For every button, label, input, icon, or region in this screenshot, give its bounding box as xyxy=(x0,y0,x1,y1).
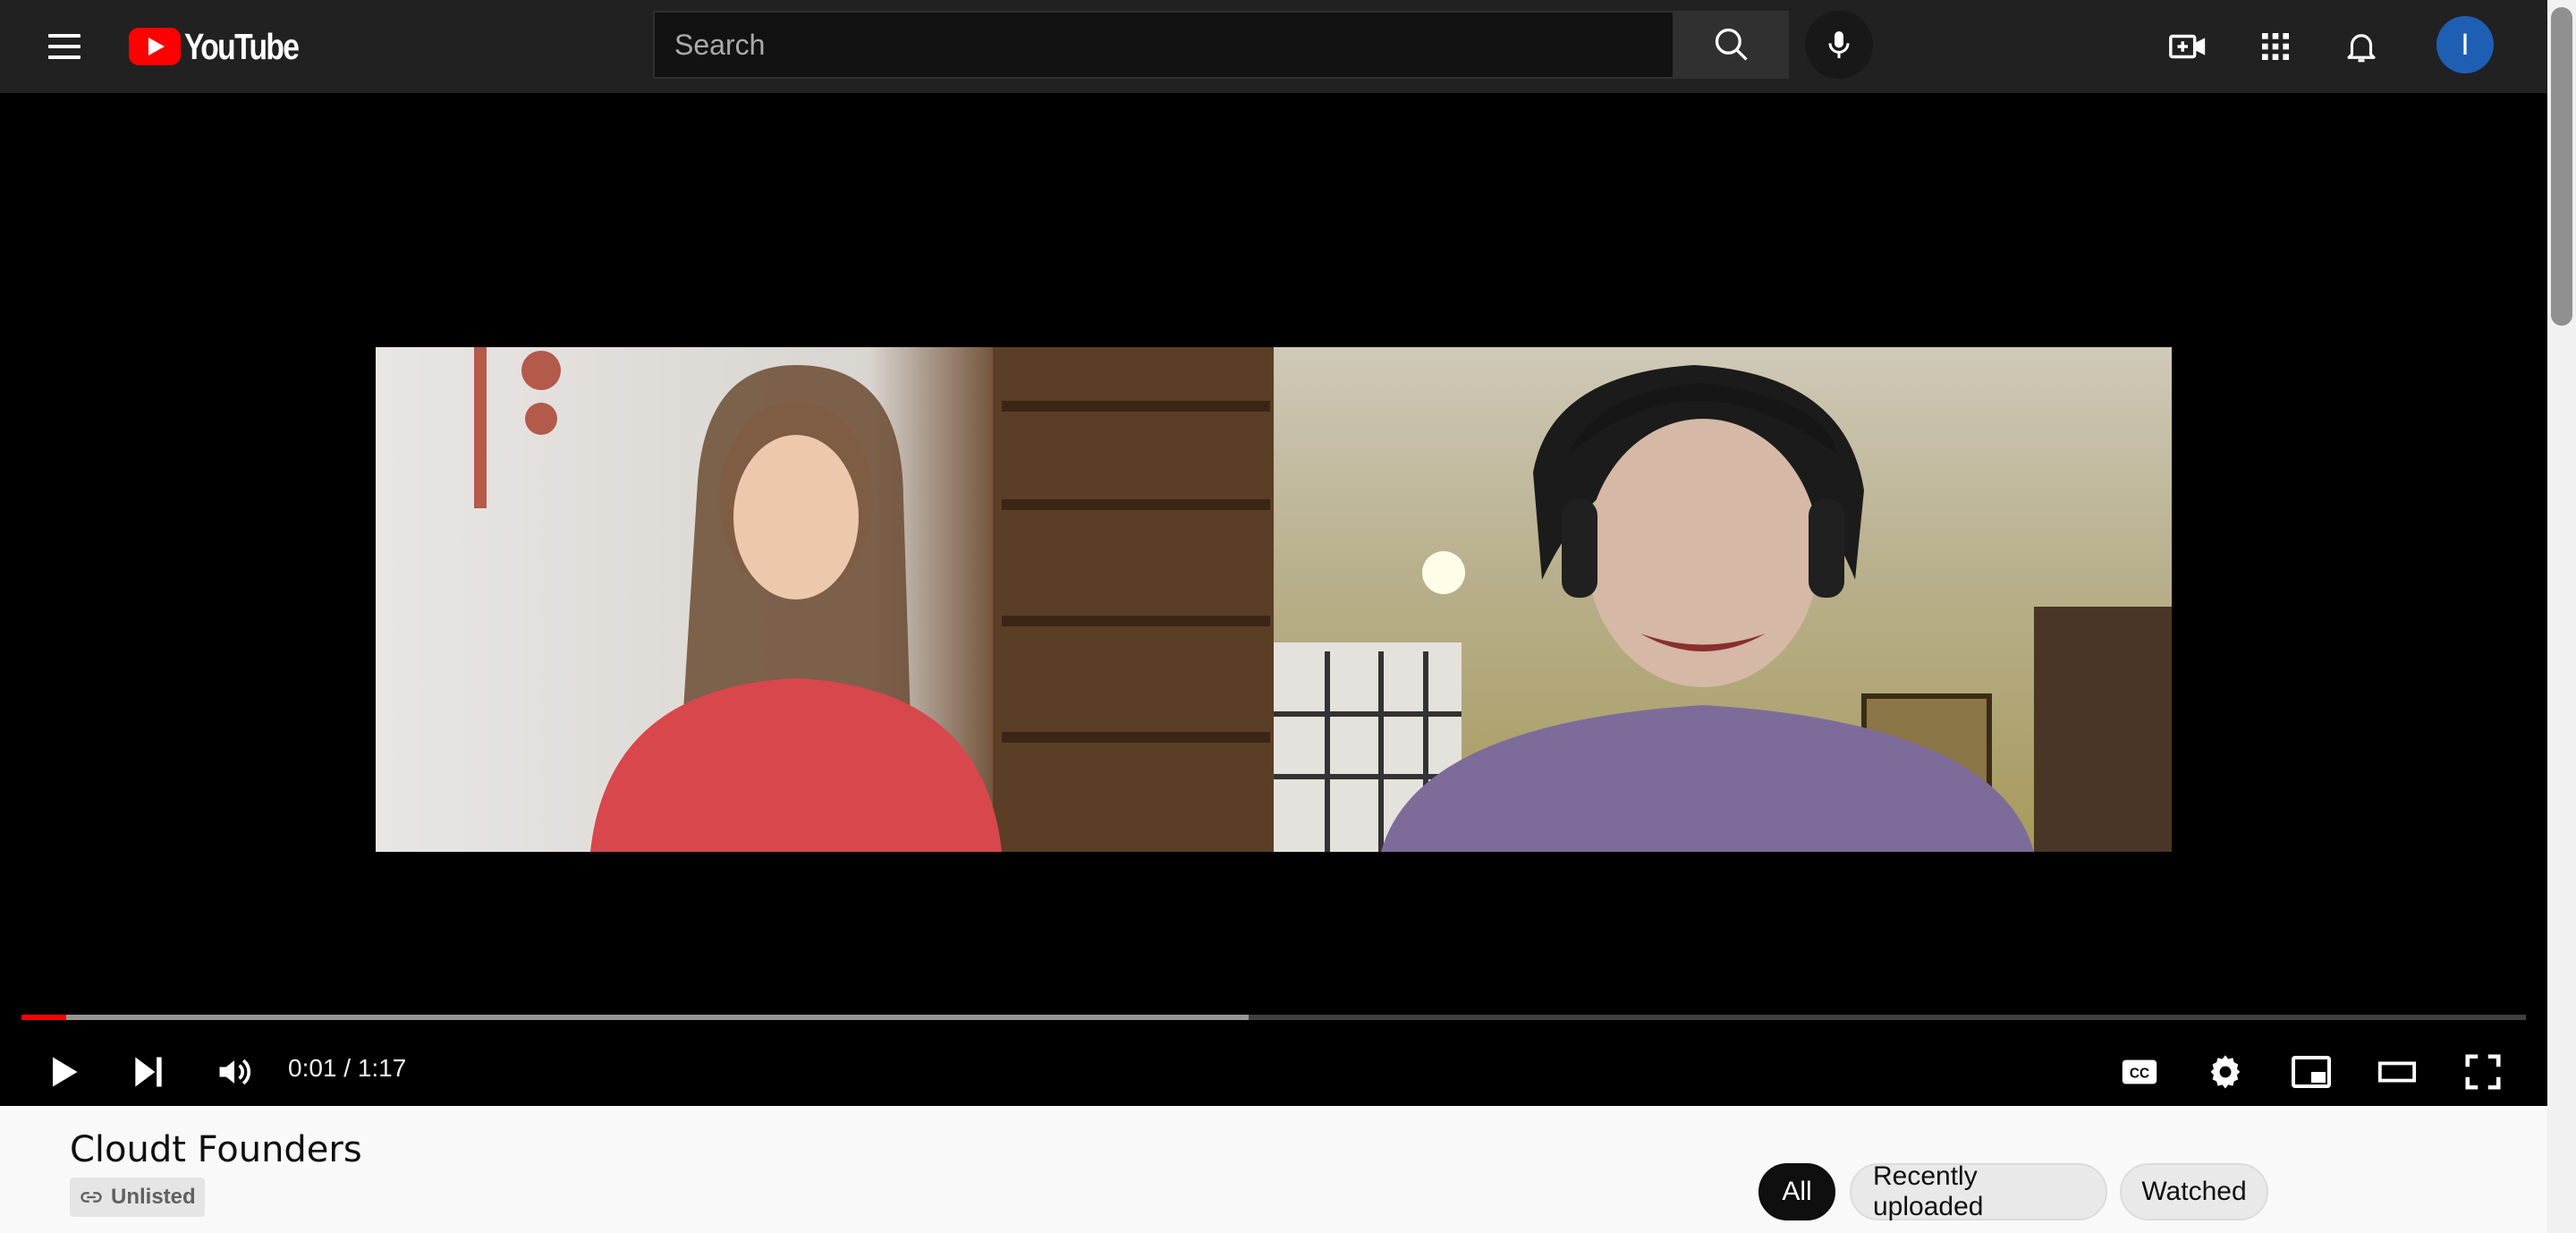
masthead: YouTube Search I xyxy=(0,0,2547,93)
mute-button[interactable] xyxy=(202,1040,267,1104)
avatar[interactable]: I xyxy=(2436,16,2494,73)
progress-bar[interactable] xyxy=(21,1015,2526,1020)
miniplayer-button[interactable] xyxy=(2279,1040,2343,1104)
create-button[interactable] xyxy=(2165,23,2211,70)
youtube-logo[interactable]: YouTube xyxy=(129,25,323,67)
search-button[interactable] xyxy=(1674,11,1789,79)
unlisted-label: Unlisted xyxy=(111,1185,196,1209)
logo-text: YouTube xyxy=(184,25,300,67)
notifications-button[interactable] xyxy=(2338,23,2385,70)
video-frame-left xyxy=(376,347,1274,852)
chip-recently-uploaded[interactable]: Recently uploaded xyxy=(1850,1161,2107,1221)
link-icon xyxy=(80,1192,102,1203)
settings-button[interactable] xyxy=(2193,1040,2258,1104)
chip-all[interactable]: All xyxy=(1758,1163,1835,1220)
chip-watched[interactable]: Watched xyxy=(2120,1163,2268,1220)
search-input[interactable]: Search xyxy=(653,11,1674,79)
progress-played xyxy=(21,1015,67,1020)
fullscreen-button[interactable] xyxy=(2451,1040,2515,1104)
video-title: Cloudt Founders xyxy=(70,1129,362,1170)
create-video-icon xyxy=(2169,34,2206,59)
theater-mode-button[interactable] xyxy=(2365,1040,2429,1104)
menu-icon[interactable] xyxy=(47,29,82,64)
captions-icon: CC xyxy=(2122,1059,2157,1084)
video-frame-right xyxy=(1274,347,2172,852)
volume-icon xyxy=(219,1059,250,1085)
unlisted-badge: Unlisted xyxy=(70,1178,205,1217)
play-icon xyxy=(53,1057,78,1087)
time-display: 0:01 / 1:17 xyxy=(288,1054,407,1082)
apps-icon xyxy=(2262,33,2289,60)
voice-search-button[interactable] xyxy=(1805,11,1873,79)
youtube-logo-icon xyxy=(129,28,181,65)
search-placeholder: Search xyxy=(674,28,766,61)
page-scrollbar[interactable] xyxy=(2547,0,2576,1233)
video-player[interactable]: 0:01 / 1:17 CC xyxy=(0,93,2547,1106)
mic-icon xyxy=(1828,31,1850,58)
captions-button[interactable]: CC xyxy=(2107,1040,2172,1104)
next-button[interactable] xyxy=(116,1040,181,1104)
fullscreen-icon xyxy=(2465,1054,2501,1090)
miniplayer-icon xyxy=(2292,1056,2331,1088)
search-icon xyxy=(1715,28,1748,61)
settings-icon xyxy=(2210,1055,2241,1089)
play-button[interactable] xyxy=(30,1040,95,1104)
progress-buffered xyxy=(21,1015,1249,1020)
notifications-icon xyxy=(2347,34,2376,63)
svg-text:CC: CC xyxy=(2130,1067,2149,1082)
scrollbar-thumb[interactable] xyxy=(2551,7,2572,326)
theater-mode-icon xyxy=(2377,1061,2417,1083)
apps-button[interactable] xyxy=(2252,23,2299,70)
next-icon xyxy=(135,1057,162,1087)
